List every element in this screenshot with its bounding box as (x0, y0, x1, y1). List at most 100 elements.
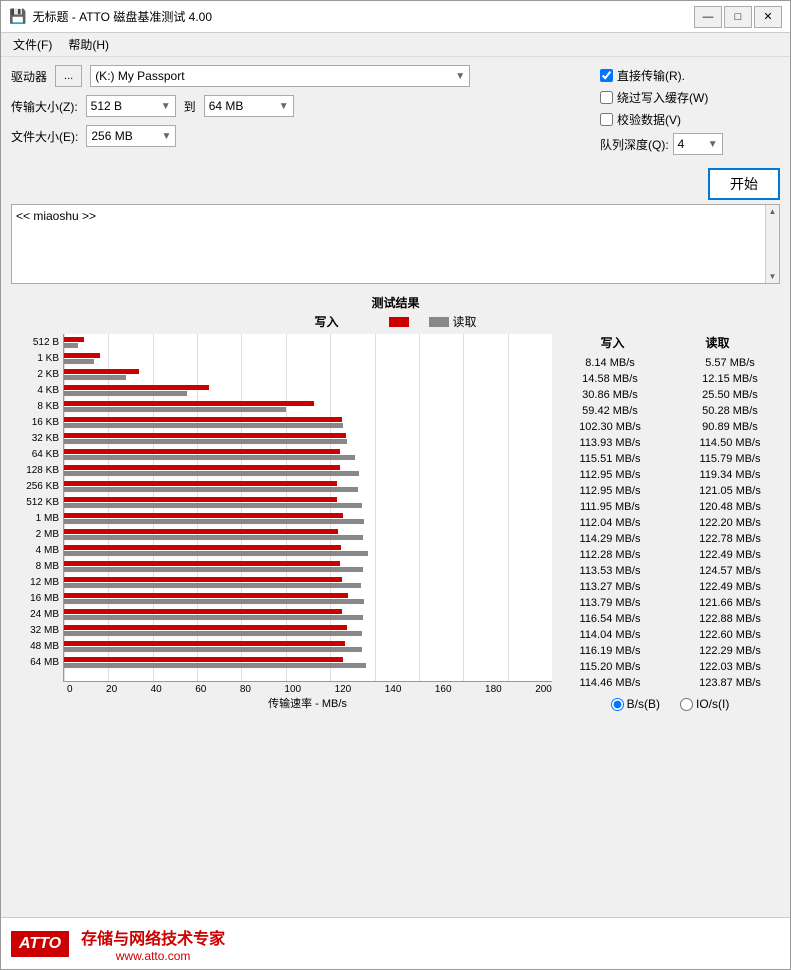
read-bar (64, 423, 343, 428)
read-bar (64, 663, 366, 668)
minimize-button[interactable]: — (694, 6, 722, 28)
transfer-to-select[interactable]: 64 MB ▼ (204, 95, 294, 117)
menu-help[interactable]: 帮助(H) (60, 35, 117, 54)
y-label: 32 MB (30, 622, 59, 638)
stats-row: 114.04 MB/s122.60 MB/s (560, 627, 780, 643)
browse-button[interactable]: ... (55, 65, 82, 87)
y-label: 4 MB (36, 542, 59, 558)
drive-select[interactable]: (K:) My Passport ▼ (90, 65, 470, 87)
verify-data-label: 校验数据(V) (617, 111, 681, 128)
scroll-up-arrow[interactable]: ▲ (769, 207, 777, 216)
chart-section: 测试结果 写入 读取 512 B1 KB2 KB4 KB8 KB16 KB3 (11, 294, 780, 909)
bypass-cache-checkbox[interactable] (600, 91, 613, 104)
stats-panel: 写入 读取 8.14 MB/s5.57 MB/s14.58 MB/s 12.15 … (560, 334, 780, 711)
stats-row: 113.27 MB/s122.49 MB/s (560, 579, 780, 595)
stats-read-header: 读取 (705, 334, 729, 351)
write-bar (64, 369, 139, 374)
bytes-radio-label[interactable]: B/s(B) (611, 697, 660, 711)
stats-row: 8.14 MB/s5.57 MB/s (560, 355, 780, 371)
menu-file[interactable]: 文件(F) (5, 35, 60, 54)
write-bar (64, 417, 342, 422)
stats-header: 写入 读取 (560, 334, 780, 351)
bar-pair (64, 462, 552, 478)
read-bar (64, 455, 355, 460)
stats-row: 102.30 MB/s90.89 MB/s (560, 419, 780, 435)
stats-read-cell: 119.34 MB/s (680, 467, 780, 483)
stats-write-cell: 14.58 MB/s (560, 371, 660, 387)
transfer-to-value: 64 MB (209, 99, 244, 113)
bars-container: 020406080100120140160180200 传输速率 - MB/s (63, 334, 552, 711)
bypass-cache-label: 绕过写入缓存(W) (617, 89, 708, 106)
bar-pair (64, 334, 552, 350)
bar-pair (64, 622, 552, 638)
bar-pair (64, 526, 552, 542)
file-size-select[interactable]: 256 MB ▼ (86, 125, 176, 147)
stats-read-cell: 90.89 MB/s (680, 419, 780, 435)
stats-row: 30.86 MB/s25.50 MB/s (560, 387, 780, 403)
stats-read-cell: 120.48 MB/s (680, 499, 780, 515)
write-bar (64, 433, 346, 438)
stats-write-cell: 115.20 MB/s (560, 659, 660, 675)
write-bar (64, 657, 343, 662)
footer-tagline: 存储与网络技术专家 (81, 925, 225, 949)
read-bar (64, 343, 78, 348)
x-label: 100 (284, 684, 301, 695)
stats-write-cell: 111.95 MB/s (560, 499, 660, 515)
x-label: 200 (535, 684, 552, 695)
transfer-to-arrow: ▼ (279, 101, 289, 112)
bytes-radio[interactable] (611, 698, 624, 711)
write-bar (64, 625, 347, 630)
io-radio-label[interactable]: IO/s(I) (680, 697, 729, 711)
bar-pair (64, 414, 552, 430)
queue-depth-label: 队列深度(Q): (600, 136, 669, 153)
read-bar (64, 487, 358, 492)
stats-row: 114.29 MB/s122.78 MB/s (560, 531, 780, 547)
y-label: 64 KB (32, 446, 59, 462)
stats-row: 14.58 MB/s 12.15 MB/s (560, 371, 780, 387)
io-radio[interactable] (680, 698, 693, 711)
stats-row: 59.42 MB/s50.28 MB/s (560, 403, 780, 419)
stats-row: 116.54 MB/s122.88 MB/s (560, 611, 780, 627)
write-bar (64, 593, 348, 598)
read-legend-label: 读取 (453, 313, 477, 330)
read-bar (64, 391, 187, 396)
bar-pair (64, 542, 552, 558)
stats-read-cell: 122.88 MB/s (680, 611, 780, 627)
start-button[interactable]: 开始 (708, 168, 780, 200)
maximize-button[interactable]: □ (724, 6, 752, 28)
x-label: 180 (485, 684, 502, 695)
log-scrollbar[interactable]: ▲ ▼ (765, 205, 779, 283)
stats-row: 113.53 MB/s124.57 MB/s (560, 563, 780, 579)
y-label: 1 KB (37, 350, 59, 366)
read-bar (64, 615, 363, 620)
read-bar (64, 471, 359, 476)
stats-read-cell: 12.15 MB/s (680, 371, 780, 387)
transfer-from-select[interactable]: 512 B ▼ (86, 95, 176, 117)
stats-write-cell: 59.42 MB/s (560, 403, 660, 419)
verify-data-checkbox[interactable] (600, 113, 613, 126)
scroll-down-arrow[interactable]: ▼ (769, 272, 777, 281)
radio-row: B/s(B) IO/s(I) (560, 697, 780, 711)
verify-data-row: 校验数据(V) (600, 111, 780, 128)
read-bar (64, 567, 363, 572)
read-bar (64, 535, 363, 540)
close-button[interactable]: ✕ (754, 6, 782, 28)
stats-write-header: 写入 (600, 334, 624, 351)
y-label: 2 MB (36, 526, 59, 542)
main-window: 💾 无标题 - ATTO 磁盘基准测试 4.00 — □ ✕ 文件(F) 帮助(… (0, 0, 791, 970)
stats-read-cell: 114.50 MB/s (680, 435, 780, 451)
write-axis-label: 写入 (314, 313, 338, 330)
direct-transfer-checkbox[interactable] (600, 69, 613, 82)
stats-read-cell: 122.49 MB/s (680, 579, 780, 595)
stats-row: 115.51 MB/s115.79 MB/s (560, 451, 780, 467)
app-icon: 💾 (9, 8, 26, 25)
read-bar (64, 599, 364, 604)
chart-legend-row: 写入 读取 (11, 313, 780, 330)
y-label: 32 KB (32, 430, 59, 446)
queue-depth-select[interactable]: 4 ▼ (673, 133, 723, 155)
bar-pair (64, 558, 552, 574)
read-bar (64, 407, 286, 412)
write-bar (64, 641, 345, 646)
chart-container: 512 B1 KB2 KB4 KB8 KB16 KB32 KB64 KB128 … (11, 334, 780, 711)
transfer-size-label: 传输大小(Z): (11, 98, 78, 115)
